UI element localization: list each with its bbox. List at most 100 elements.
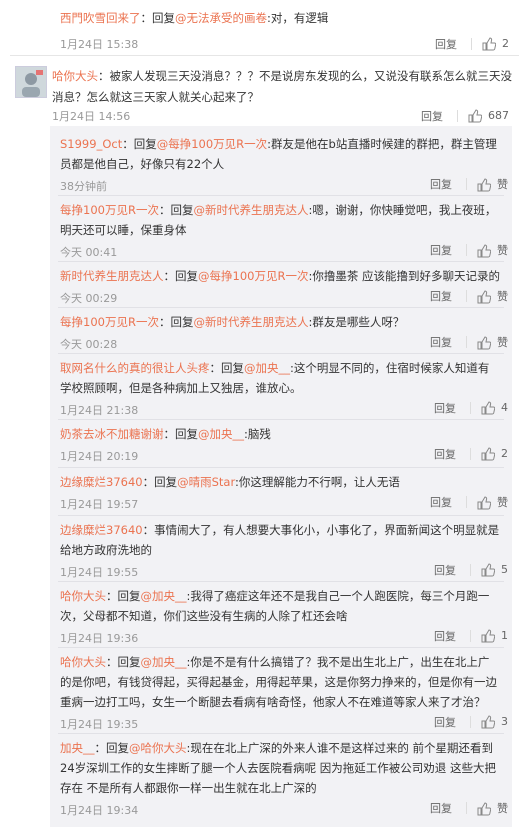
mention-link[interactable]: @加央__ [244,361,290,375]
mention-link[interactable]: @哈你大头 [129,741,187,755]
reply-button[interactable]: 回复 [435,36,457,52]
divider [58,307,504,308]
like-button[interactable]: 1 [481,629,508,643]
reply-user[interactable]: 每挣100万见R一次 [60,203,159,217]
top-comment-text: 西門吹雪回来了：回复@无法承受的画卷:对，有逻辑 [60,11,329,25]
reply-controls: 回复 赞 [430,494,508,510]
divider [58,419,504,420]
reply-text: 哈你大头：回复@加央__:你是不是有什么搞错了？我不是出生北上广，出生在北上广的… [60,655,497,709]
reply-time: 今天 00:29 [60,292,118,305]
reply-button[interactable]: 回复 [430,800,452,816]
reply-time: 今天 00:28 [60,338,118,351]
reply-user[interactable]: 哈你大头 [60,655,106,669]
reply-time: 今天 00:41 [60,246,118,259]
reply-user[interactable]: 加央__ [60,741,95,755]
reply-controls: 回复 5 [434,562,508,578]
reply-button[interactable]: 回复 [434,446,456,462]
like-button[interactable]: 5 [481,563,508,577]
reply-button[interactable]: 回复 [434,714,456,730]
top-comment-time: 1月24日 15:38 [60,38,139,51]
like-button[interactable]: 3 [481,715,508,729]
mention-link[interactable]: @加央__ [141,655,187,669]
reply-user[interactable]: 奶茶去冰不加糖谢谢 [60,427,164,441]
reply-controls: 回复 2 [434,446,508,462]
like-count: 赞 [497,290,508,303]
mention-link[interactable]: @晴雨Star [177,475,235,489]
thumbs-up-icon [477,290,491,304]
mention-link[interactable]: @新时代养生朋克达人 [193,315,308,329]
mention-link[interactable]: @新时代养生朋克达人 [193,203,308,217]
mention-link[interactable]: @加央__ [141,589,187,603]
avatar[interactable] [15,66,47,98]
like-button[interactable]: 赞 [477,494,508,510]
reply-button[interactable]: 回复 [430,176,452,192]
reply-user[interactable]: S1999_Oct [60,137,122,151]
reply-button[interactable]: 回复 [430,288,452,304]
reply-time: 1月24日 19:55 [60,566,139,579]
reply-text: 奶茶去冰不加糖谢谢：回复@加央__:脑残 [60,427,271,441]
like-button[interactable]: 赞 [477,176,508,192]
reply-button[interactable]: 回复 [430,242,452,258]
reply-user[interactable]: 每挣100万见R一次 [60,315,159,329]
reply-button[interactable]: 回复 [434,562,456,578]
mention-link[interactable]: @加央__ [198,427,244,441]
reply-time: 1月24日 19:36 [60,632,139,645]
like-button[interactable]: 2 [481,447,508,461]
reply-user[interactable]: 新时代养生朋克达人 [60,269,164,283]
like-count: 687 [488,109,509,122]
like-count: 2 [502,37,509,50]
mention-link[interactable]: @每挣100万见R一次 [157,137,267,151]
top-comment: 西門吹雪回来了：回复@无法承受的画卷:对，有逻辑 1月24日 15:38 回复 … [0,0,529,55]
like-count: 赞 [497,244,508,257]
reply-controls: 回复 3 [434,714,508,730]
like-button[interactable]: 赞 [477,800,508,816]
reply-controls: 回复 赞 [430,242,508,258]
reply-user[interactable]: 边缘糜烂37640 [60,475,143,489]
like-count: 2 [501,447,508,460]
list-item: 边缘糜烂37640：回复@晴雨Star:你这理解能力不行啊，让人无语 1月24日 … [60,472,508,512]
like-button[interactable]: 4 [481,401,508,415]
like-count: 1 [501,629,508,642]
avatar-image-icon [16,67,46,97]
main-comment-user[interactable]: 哈你大头 [52,69,98,83]
like-button[interactable]: 687 [468,109,509,123]
reply-controls: 回复 赞 [430,176,508,192]
reply-controls: 回复 4 [434,400,508,416]
thumbs-up-icon [477,244,491,258]
top-comment-user[interactable]: 西門吹雪回来了 [60,11,141,25]
reply-text: 每挣100万见R一次：回复@新时代养生朋克达人:群友是哪些人呀？ [60,315,405,329]
like-count: 赞 [497,802,508,815]
reply-text: 边缘糜烂37640：回复@晴雨Star:你这理解能力不行啊，让人无语 [60,475,400,489]
reply-time: 1月24日 19:57 [60,498,139,511]
reply-controls: 回复 1 [434,628,508,644]
thumbs-up-icon [481,401,495,415]
list-item: S1999_Oct：回复@每挣100万见R一次:群友是他在b站直播时候建的群把，… [60,134,508,194]
reply-time: 38分钟前 [60,180,107,193]
list-item: 取网名什么的真的很让人头疼：回复@加央__:这个明显不同的，住宿时候家人知道有学… [60,358,508,418]
divider [58,353,504,354]
reply-user[interactable]: 哈你大头 [60,589,106,603]
list-item: 哈你大头：回复@加央__:你是不是有什么搞错了？我不是出生北上广，出生在北上广的… [60,652,508,732]
reply-user[interactable]: 边缘糜烂37640 [60,523,143,537]
mention-link[interactable]: @无法承受的画卷 [175,11,267,25]
thumbs-up-icon [482,37,496,51]
like-button[interactable]: 赞 [477,334,508,350]
like-button[interactable]: 赞 [477,242,508,258]
reply-button[interactable]: 回复 [421,108,443,124]
like-count: 赞 [497,336,508,349]
reply-button[interactable]: 回复 [430,334,452,350]
reply-button[interactable]: 回复 [434,400,456,416]
divider [58,515,504,516]
main-comment-controls: 回复 687 [421,108,509,124]
like-button[interactable]: 赞 [477,288,508,304]
list-item: 加央__：回复@哈你大头:现在在北上广深的外来人谁不是这样过来的 前个星期还看到… [60,738,508,818]
reply-controls: 回复 赞 [430,288,508,304]
like-button[interactable]: 2 [482,37,509,51]
reply-button[interactable]: 回复 [434,628,456,644]
reply-user[interactable]: 取网名什么的真的很让人头疼 [60,361,210,375]
mention-link[interactable]: @每挣100万见R一次 [198,269,308,283]
thumbs-up-icon [468,109,482,123]
reply-text: 哈你大头：回复@加央__:我得了癌症这年还不是我自己一个人跑医院，每三个月跑一次… [60,589,490,623]
reply-button[interactable]: 回复 [430,494,452,510]
top-comment-controls: 回复 2 [435,36,509,52]
